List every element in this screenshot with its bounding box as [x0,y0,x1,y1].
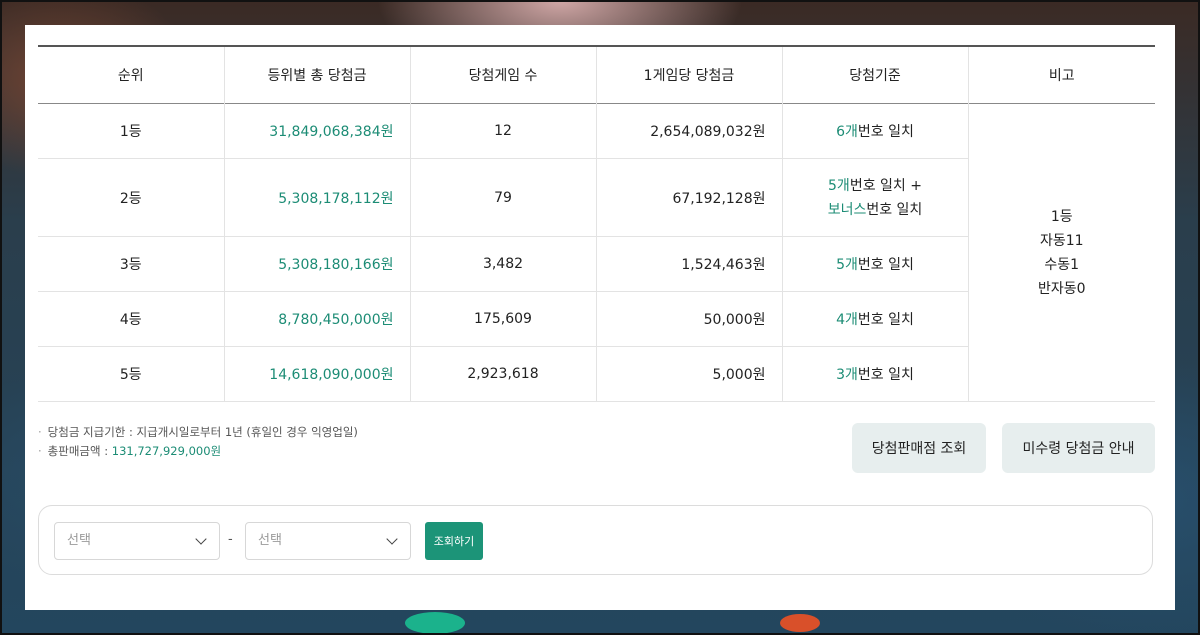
note-deadline: · 당첨금 지급기한 : 지급개시일로부터 1년 (휴일인 경우 익영업일) [38,425,358,439]
total-prize-cell: 14,618,090,000원 [223,346,410,402]
round-end-select-value: 선택 [258,533,282,548]
remarks-line: 수동1 [1044,256,1080,273]
criteria-cell: 3개번호 일치 [781,346,968,402]
criteria-text: 번호 일치 [857,257,914,273]
round-end-select[interactable]: 선택 [245,522,411,560]
round-start-select-value: 선택 [67,533,91,548]
note-total-sales: · 총판매금액 : 131,727,929,000원 [38,444,222,458]
rank-cell: 5등 [38,346,224,402]
prize-per-game-cell: 67,192,128원 [595,158,782,237]
criteria-text: 번호 일치 [857,312,914,328]
criteria-text: 번호 일치 [866,201,923,218]
winning-games-cell: 175,609 [409,291,596,347]
prize-table: 순위 등위별 총 당첨금 당첨게임 수 1게임당 당첨금 당첨기준 비고 1등 … [38,45,1155,402]
criteria-text: 번호 일치 + [849,177,922,194]
winning-games-cell: 12 [409,103,596,159]
header-winning-games: 당첨게임 수 [409,46,596,104]
rank-cell: 3등 [38,236,224,292]
header-prize-per-game: 1게임당 당첨금 [595,46,782,104]
remarks-line: 자동11 [1039,232,1084,249]
header-criteria: 당첨기준 [781,46,968,104]
criteria-highlight: 5개 [836,257,858,273]
background-chip-orange [780,614,820,632]
criteria-cell: 6개번호 일치 [781,103,968,159]
prize-per-game-cell: 1,524,463원 [595,236,782,292]
criteria-cell: 4개번호 일치 [781,291,968,347]
criteria-highlight: 6개 [836,124,858,140]
total-prize-cell: 5,308,180,166원 [223,236,410,292]
results-panel: 순위 등위별 총 당첨금 당첨게임 수 1게임당 당첨금 당첨기준 비고 1등 … [25,25,1175,610]
winning-store-lookup-button[interactable]: 당첨판매점 조회 [852,423,986,473]
rank-cell: 1등 [38,103,224,159]
total-sales-amount: 131,727,929,000원 [111,444,222,458]
notes: · 당첨금 지급기한 : 지급개시일로부터 1년 (휴일인 경우 익영업일) · 총… [38,423,358,461]
chevron-down-icon [386,533,398,545]
winning-games-cell: 79 [409,158,596,237]
total-prize-cell: 31,849,068,384원 [223,103,410,159]
criteria-highlight: 5개 [828,177,850,194]
rank-cell: 4등 [38,291,224,347]
unclaimed-prize-info-button[interactable]: 미수령 당첨금 안내 [1002,423,1155,473]
remarks-line: 반자동0 [1037,280,1086,297]
criteria-highlight: 3개 [836,367,858,383]
criteria-cell: 5개번호 일치 [781,236,968,292]
criteria-text: 번호 일치 [857,367,914,383]
range-dash: - [228,532,233,547]
chevron-down-icon [195,533,207,545]
round-search-box: 선택 - 선택 조회하기 [38,505,1153,575]
remarks-line: 1등 [1050,208,1073,225]
header-total-prize: 등위별 총 당첨금 [223,46,410,104]
table-row: 1등 31,849,068,384원 12 2,654,089,032원 6개번… [38,103,1155,402]
total-prize-cell: 5,308,178,112원 [223,158,410,237]
header-rank: 순위 [117,68,144,84]
criteria-cell: 5개번호 일치 + 보너스번호 일치 [781,158,968,237]
winning-games-cell: 3,482 [409,236,596,292]
table-header-row: 순위 등위별 총 당첨금 당첨게임 수 1게임당 당첨금 당첨기준 비고 [38,46,1155,104]
prize-per-game-cell: 50,000원 [595,291,782,347]
remarks-cell: 1등 자동11 수동1 반자동0 [967,103,1155,402]
header-remarks: 비고 [967,46,1155,104]
prize-per-game-cell: 5,000원 [595,346,782,402]
criteria-highlight: 보너스 [827,201,867,218]
criteria-highlight: 4개 [836,312,858,328]
round-start-select[interactable]: 선택 [54,522,220,560]
total-prize-cell: 8,780,450,000원 [223,291,410,347]
background-chip-green [405,612,465,634]
criteria-text: 번호 일치 [857,124,914,140]
winning-games-cell: 2,923,618 [409,346,596,402]
rank-cell: 2등 [38,158,224,237]
search-button[interactable]: 조회하기 [425,522,483,560]
prize-per-game-cell: 2,654,089,032원 [595,103,782,159]
